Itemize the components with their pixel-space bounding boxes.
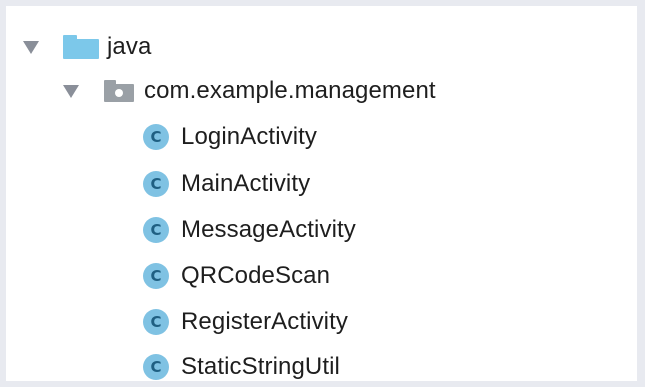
expand-arrow-icon[interactable] (63, 84, 79, 98)
tree-item-class[interactable]: C StaticStringUtil (143, 347, 340, 387)
tree-node-java[interactable]: java (23, 27, 151, 67)
class-icon: C (143, 124, 169, 150)
project-tree-panel: java com.example.management C LoginActiv… (6, 6, 637, 381)
tree-item-class[interactable]: C LoginActivity (143, 117, 317, 157)
tree-item-class[interactable]: C MainActivity (143, 164, 310, 204)
folder-blue-icon (63, 35, 99, 59)
class-label: QRCodeScan (181, 262, 331, 289)
class-label: StaticStringUtil (181, 353, 340, 380)
tree-item-class[interactable]: C RegisterActivity (143, 302, 348, 342)
class-label: MessageActivity (181, 216, 356, 243)
package-folder-icon (104, 80, 134, 102)
tree-node-package[interactable]: com.example.management (63, 71, 436, 111)
tree-node-label: java (107, 33, 152, 60)
tree-item-class[interactable]: C QRCodeScan (143, 256, 330, 296)
tree-item-class[interactable]: C MessageActivity (143, 210, 356, 250)
class-label: LoginActivity (181, 123, 318, 150)
expand-arrow-icon[interactable] (23, 40, 39, 54)
class-icon: C (143, 217, 169, 243)
class-icon: C (143, 354, 169, 380)
class-icon: C (143, 309, 169, 335)
class-icon: C (143, 171, 169, 197)
class-label: RegisterActivity (181, 308, 348, 335)
tree-node-label: com.example.management (144, 77, 436, 104)
class-icon: C (143, 263, 169, 289)
class-label: MainActivity (181, 170, 311, 197)
